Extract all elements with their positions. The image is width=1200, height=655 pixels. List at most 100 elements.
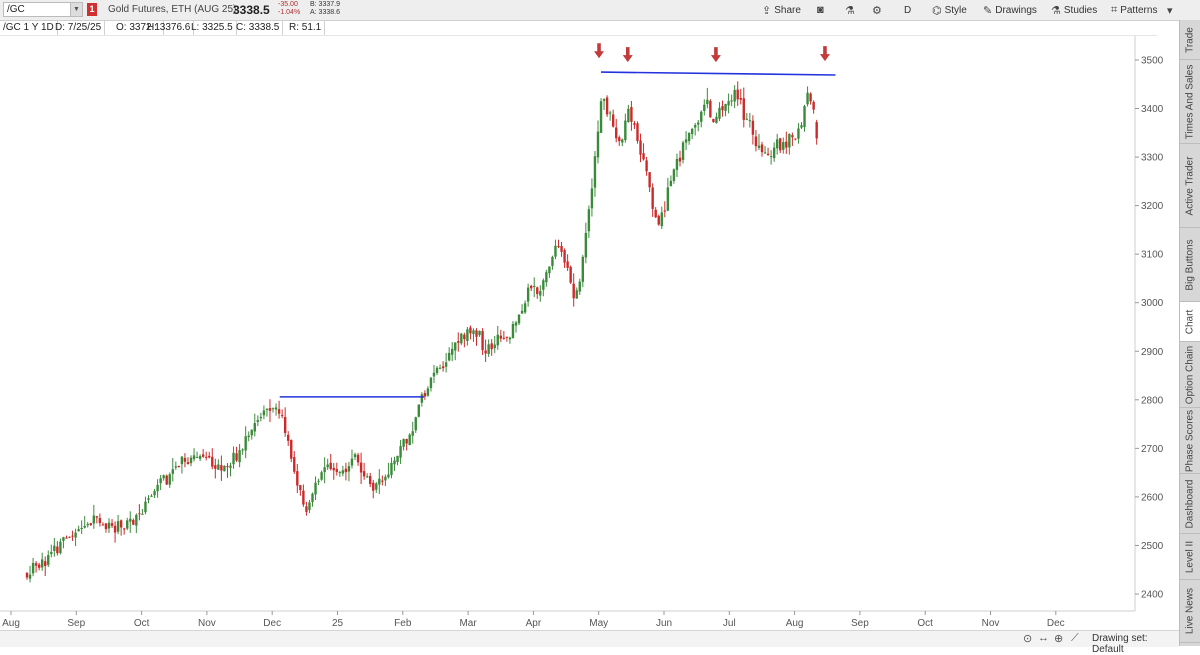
candle-body [648,172,651,188]
share-button[interactable]: ⇪ Share [762,3,801,17]
flask-button[interactable]: ⚗ [845,3,858,17]
candle-body [378,478,381,485]
candle-body [147,498,150,500]
info-date: D: 7/25/25 [52,21,106,35]
tab-label: Big Buttons [1184,238,1196,291]
tab-live-news[interactable]: Live News [1180,580,1200,643]
candle-body [563,250,566,263]
drawing-set-label[interactable]: Drawing set: Default [1092,633,1179,655]
candle-body [490,343,493,350]
link-group-badge[interactable]: 1 [87,3,97,16]
candle-body [675,158,679,170]
zoom-icon[interactable]: ⊙ [1023,632,1032,645]
candle-body [684,139,688,143]
candle-body [444,362,448,367]
candle-body [602,99,606,101]
candle-body [718,107,721,119]
candle-body [739,98,742,100]
tab-times-and-sales[interactable]: Times And Sales [1180,60,1200,144]
candle-body [660,212,663,227]
info-range: R: 51.1 [286,21,326,35]
candle-body [706,99,709,105]
candle-body [624,120,627,141]
candle-body [247,435,250,438]
bid-ask: B: 3337.9 A: 3338.6 [310,1,340,17]
candle-body [396,455,399,463]
candle-body [536,287,539,294]
candle-body [693,125,697,128]
candle-body [511,323,515,339]
snapshot-button[interactable]: ◙ [817,3,827,17]
drawings-button[interactable]: ✎ Drawings [983,3,1037,17]
candle-body [183,457,187,462]
candle-body [293,457,296,472]
candle-body [423,393,427,397]
line-tool-icon[interactable]: ⟋ [1071,632,1079,645]
chevron-down-icon[interactable]: ▼ [70,3,82,16]
tab-level-ii[interactable]: Level II [1180,534,1200,580]
candle-body [329,462,332,469]
timeframe-button[interactable]: D [904,3,911,17]
candle-body [126,520,129,529]
timeframe-label: D [904,4,912,16]
candlesticks [25,81,818,583]
time-tick-label: Sep [67,618,85,629]
candle-body [47,555,50,565]
candle-body [651,187,654,209]
candle-body [129,518,132,522]
tab-chart[interactable]: Chart [1180,302,1200,342]
candle-body [608,112,612,114]
candle-body [754,136,758,147]
candle-body [320,472,323,480]
candle-body [572,283,575,299]
price-tick-label: 2500 [1141,541,1164,552]
candle-body [168,474,171,485]
studies-label: Studies [1063,4,1098,16]
arrow-markers [594,43,830,63]
more-button[interactable]: ▾ [1167,3,1176,17]
candle-body [472,330,475,335]
crosshair-icon[interactable]: ⊕ [1054,632,1063,645]
price-tick-label: 3500 [1141,55,1164,66]
candle-body [709,100,712,118]
tab-dashboard[interactable]: Dashboard [1180,474,1200,534]
candle-body [338,472,342,474]
candle-body [290,440,293,459]
tab-big-buttons[interactable]: Big Buttons [1180,228,1200,302]
style-button[interactable]: ⌬ Style [932,3,967,17]
symbol-input[interactable]: /GC ▼ [3,2,83,17]
candle-body [769,156,773,158]
price-chart[interactable]: 2400 2500 2600 2700 2800 2900 3000 3100 3200 3300… [0,36,1179,630]
candle-body [390,462,393,475]
candle-body [757,145,761,148]
pan-icon[interactable]: ↔ [1038,632,1049,644]
studies-button[interactable]: ⚗ Studies [1051,3,1097,17]
candle-body [508,337,512,340]
last-price: 3338.5 [233,3,270,17]
tab-trade[interactable]: Trade [1180,20,1200,60]
settings-button[interactable]: ⚙ [872,3,885,17]
tab-label: Option Chain [1184,345,1196,404]
tab-phase-scores[interactable]: Phase Scores [1180,408,1200,474]
candle-body [657,215,660,225]
resistance-trendline[interactable] [600,71,836,76]
candle-body [551,256,554,266]
candle-body [220,465,223,471]
candle-body [402,439,405,447]
candle-body [238,450,241,463]
candle-body [201,454,205,457]
candle-body [487,344,490,354]
candle-body [341,470,345,474]
tab-active-trader[interactable]: Active Trader [1180,144,1200,228]
share-label: Share [774,4,801,16]
candle-body [791,135,794,138]
candle-body [590,188,594,209]
candle-body [611,114,615,127]
candle-body [584,232,588,258]
patterns-button[interactable]: ⌗ Patterns [1111,3,1157,17]
time-tick-label: Oct [134,618,150,629]
candle-body [359,462,363,473]
candle-body [34,563,38,566]
candle-body [554,245,557,257]
tab-option-chain[interactable]: Option Chain [1180,342,1200,408]
